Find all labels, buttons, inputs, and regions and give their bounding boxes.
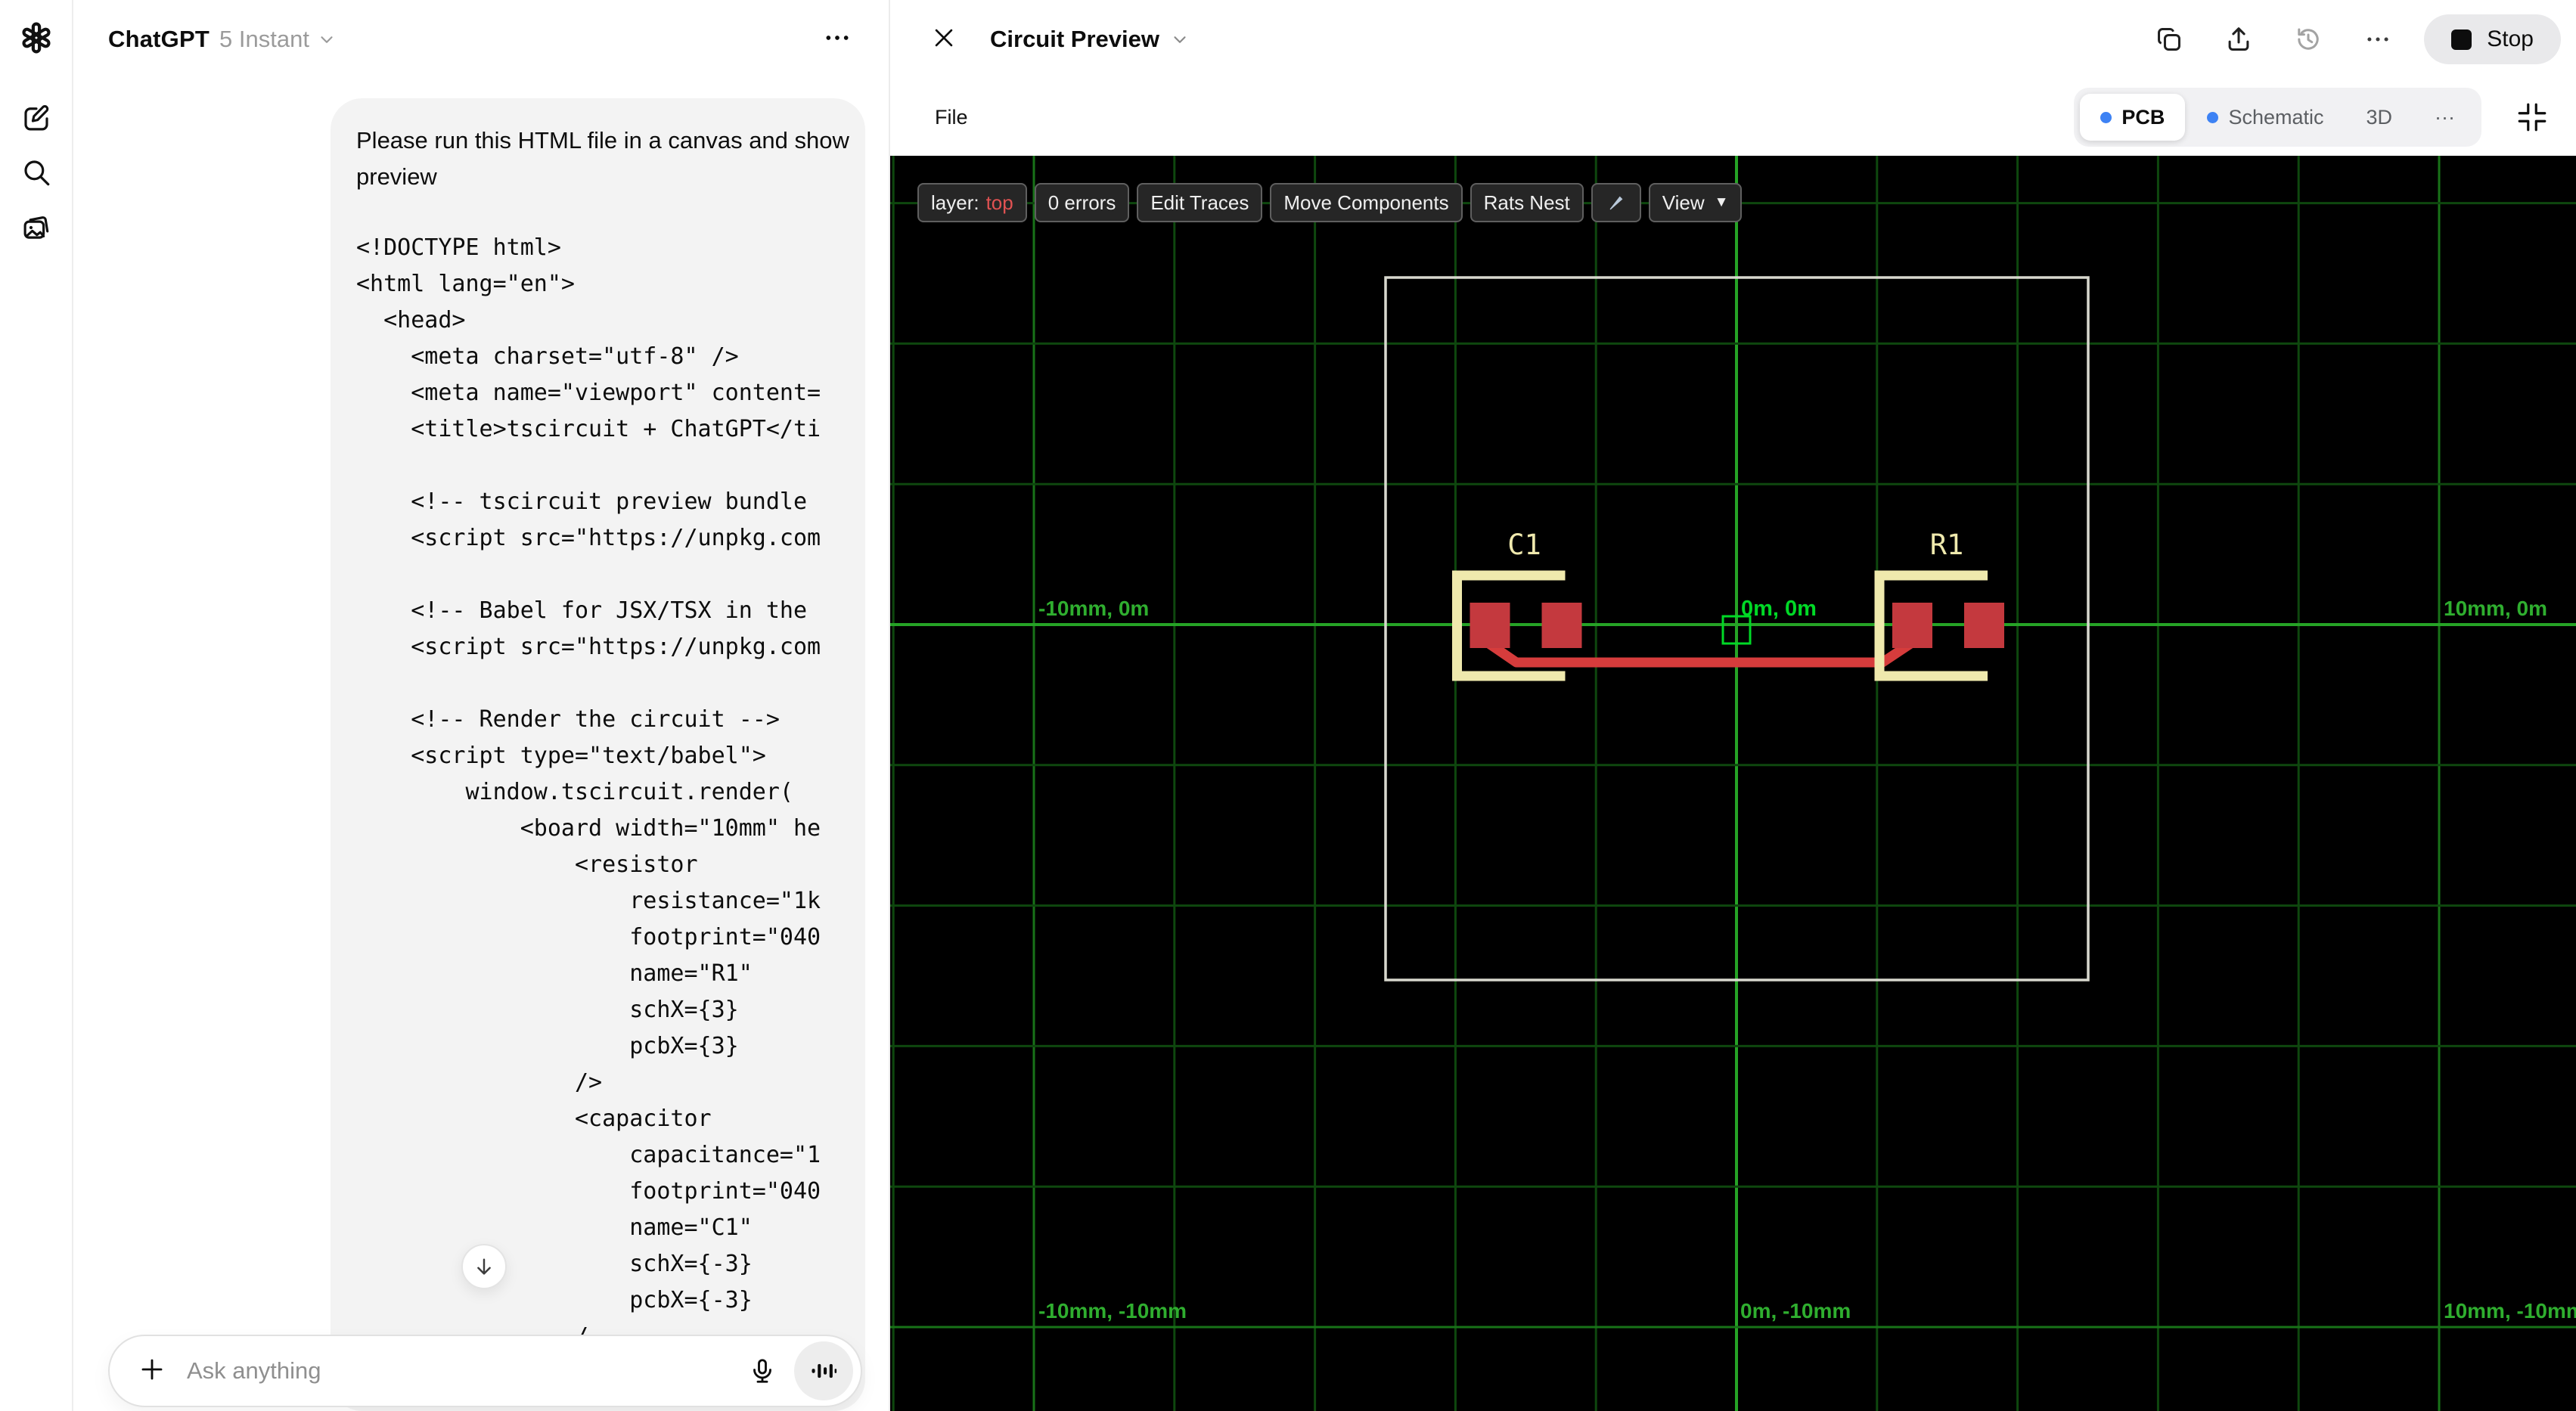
canvas-title[interactable]: Circuit Preview: [990, 26, 1159, 53]
file-menu[interactable]: File: [935, 106, 968, 129]
smt-pad-2[interactable]: [1541, 603, 1582, 648]
search-icon: [24, 160, 50, 186]
grid-coordinate-label: 10mm, 0m: [2444, 597, 2547, 620]
view-label: View: [1662, 191, 1705, 214]
pcb-dot-icon: [2100, 111, 2112, 123]
move-components-button[interactable]: Move Components: [1270, 183, 1463, 222]
copy-button[interactable]: [2155, 25, 2183, 54]
dictate-button[interactable]: [741, 1357, 784, 1385]
chat-header: ChatGPT 5 Instant: [75, 0, 889, 79]
model-chevron-down-icon[interactable]: [317, 29, 337, 49]
grid-coordinate-label: 0m, -10mm: [1740, 1299, 1851, 1323]
library-icon: [23, 216, 49, 239]
pcb-viewport[interactable]: C1 R1 0m, 0m -10mm, 0m 10mm, 0m -10mm, -10mm 0…: [890, 156, 2576, 1411]
tab-schematic-label: Schematic: [2228, 105, 2324, 129]
close-canvas-button[interactable]: [931, 25, 957, 54]
voice-waveform-icon: [812, 1363, 837, 1378]
move-components-label: Move Components: [1283, 191, 1449, 214]
app-title: ChatGPT: [108, 26, 210, 52]
smt-pad-1[interactable]: [1470, 603, 1510, 648]
tab-more-label: ···: [2435, 105, 2455, 129]
chat-panel: ChatGPT 5 Instant Please run this HTML f…: [75, 0, 889, 1411]
stop-button[interactable]: Stop: [2424, 14, 2561, 64]
attach-plus-icon[interactable]: [138, 1356, 166, 1387]
close-icon: [935, 29, 953, 46]
view-dropdown-button[interactable]: View ▼: [1648, 183, 1743, 222]
smt-pad-2[interactable]: [1964, 603, 2004, 648]
canvas-more-icon[interactable]: [2363, 25, 2392, 54]
refdes-label: C1: [1507, 529, 1541, 561]
tab-pcb[interactable]: PCB: [2080, 94, 2186, 141]
tab-more[interactable]: ···: [2414, 94, 2475, 141]
layer-button[interactable]: layer: top: [917, 183, 1027, 222]
tab-schematic[interactable]: Schematic: [2186, 94, 2344, 141]
grid-coordinate-label: -10mm, 0m: [1038, 597, 1149, 620]
pcb-toolbar: layer: top 0 errors Edit Traces Move Com…: [917, 183, 1743, 222]
pcb-scene: C1 R1 0m, 0m -10mm, 0m 10mm, 0m -10mm, -10mm 0…: [890, 156, 2576, 1411]
new-chat-icon: [24, 105, 49, 131]
schematic-dot-icon: [2207, 111, 2219, 123]
user-code-block: <!DOCTYPE html> <html lang="en"> <head> …: [356, 234, 821, 1350]
openai-logo-icon[interactable]: [20, 21, 53, 54]
draw-tool-button[interactable]: [1591, 183, 1641, 222]
microphone-icon: [753, 1359, 771, 1383]
canvas-subheader: File PCB Schematic 3D ···: [890, 79, 2576, 156]
pencil-tool-icon: [1609, 196, 1623, 210]
layer-value: top: [985, 191, 1013, 214]
grid-coordinate-label: -10mm, -10mm: [1038, 1299, 1187, 1323]
share-upload-icon: [2228, 27, 2249, 51]
pcb-component-C1[interactable]: C1: [1452, 529, 1582, 681]
stop-square-icon: [2451, 29, 2472, 50]
errors-label: 0 errors: [1047, 191, 1116, 214]
model-name[interactable]: 5 Instant: [219, 26, 309, 53]
voice-mode-button[interactable]: [794, 1341, 853, 1400]
arrow-down-icon: [477, 1258, 491, 1275]
history-button[interactable]: [2294, 25, 2323, 54]
canvas-header: Circuit Preview Stop: [890, 0, 2576, 79]
history-icon: [2298, 28, 2319, 50]
canvas-panel: Circuit Preview Stop File PCB Schematic …: [889, 0, 2576, 1411]
rats-nest-button[interactable]: Rats Nest: [1470, 183, 1584, 222]
user-prompt-text: Please run this HTML file in a canvas an…: [356, 127, 849, 190]
tab-3d-label: 3D: [2366, 105, 2393, 129]
copy-icon: [2158, 28, 2181, 51]
canvas-actions: [2155, 25, 2392, 54]
openai-logo: [22, 22, 51, 54]
compress-icon: [2518, 103, 2547, 132]
rats-nest-label: Rats Nest: [1483, 191, 1570, 214]
view-mode-tabs: PCB Schematic 3D ···: [2074, 88, 2481, 147]
scroll-to-bottom-button[interactable]: [461, 1244, 507, 1289]
grid-coordinate-label: 10mm, -10mm: [2444, 1299, 2576, 1323]
collapse-canvas-button[interactable]: [2516, 101, 2548, 133]
search-button[interactable]: [20, 156, 53, 189]
share-button[interactable]: [2224, 25, 2253, 54]
user-message-bubble: Please run this HTML file in a canvas an…: [331, 98, 865, 1411]
new-chat-button[interactable]: [20, 101, 53, 135]
smt-pad-1[interactable]: [1892, 603, 1932, 648]
edit-traces-button[interactable]: Edit Traces: [1137, 183, 1263, 222]
app-sidebar: [0, 0, 73, 1411]
caret-down-icon: ▼: [1714, 194, 1729, 210]
library-button[interactable]: [20, 211, 53, 244]
chat-input-bar: [108, 1335, 862, 1407]
stop-label: Stop: [2487, 26, 2534, 51]
tab-pcb-label: PCB: [2121, 105, 2165, 129]
edit-traces-label: Edit Traces: [1150, 191, 1249, 214]
errors-button[interactable]: 0 errors: [1034, 183, 1130, 222]
canvas-title-chevron-down-icon[interactable]: [1170, 29, 1190, 49]
layer-label: layer:: [931, 191, 979, 214]
origin-coordinate-label: 0m, 0m: [1741, 597, 1817, 621]
refdes-label: R1: [1930, 529, 1964, 561]
tab-3d[interactable]: 3D: [2346, 94, 2413, 141]
conversation-more-icon[interactable]: [822, 23, 852, 57]
message-input[interactable]: [187, 1357, 741, 1385]
